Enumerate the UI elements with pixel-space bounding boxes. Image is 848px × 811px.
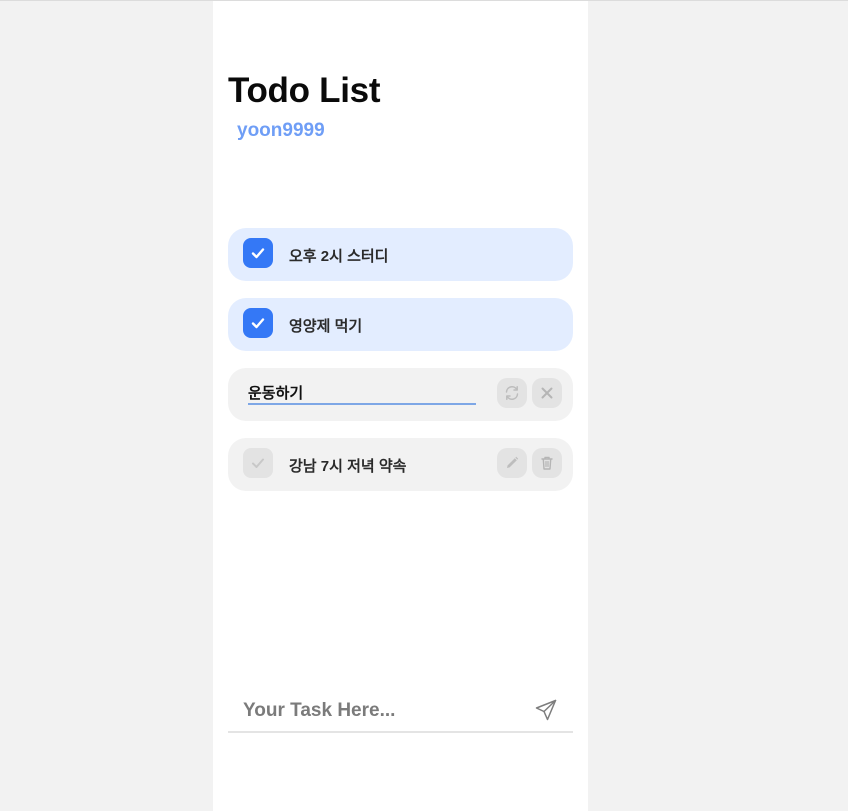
refresh-icon [505,386,519,400]
edit-button[interactable] [497,448,527,478]
cancel-edit-button[interactable] [532,378,562,408]
close-icon [541,387,553,399]
todo-app: Todo List yoon9999 오후 2시 스터디 영양제 먹기 운동하기… [213,1,588,811]
new-task-input[interactable] [243,695,523,727]
check-icon [252,458,264,468]
trash-icon [541,456,553,470]
check-icon [251,248,265,259]
check-icon [251,318,265,329]
todo-label: 오후 2시 스터디 [289,248,389,265]
todo-list: 오후 2시 스터디 영양제 먹기 운동하기 강남 7시 저녁 약속 [228,228,573,508]
todo-item: 오후 2시 스터디 [228,228,573,281]
todo-edit-input[interactable] [248,382,476,405]
refresh-button[interactable] [497,378,527,408]
todo-checkbox[interactable] [243,238,273,268]
send-icon [535,699,557,721]
todo-label: 강남 7시 저녁 약속 [289,458,407,475]
todo-item-editing [228,368,573,421]
page-title: Todo List [228,71,381,110]
todo-checkbox[interactable] [243,448,273,478]
username: yoon9999 [237,120,325,141]
delete-button[interactable] [532,448,562,478]
todo-item: 영양제 먹기 [228,298,573,351]
todo-label: 영양제 먹기 [289,318,363,335]
todo-item: 강남 7시 저녁 약속 [228,438,573,491]
todo-checkbox[interactable] [243,308,273,338]
pencil-icon [507,456,519,468]
send-button[interactable] [533,697,559,723]
new-task-bar [228,689,573,733]
